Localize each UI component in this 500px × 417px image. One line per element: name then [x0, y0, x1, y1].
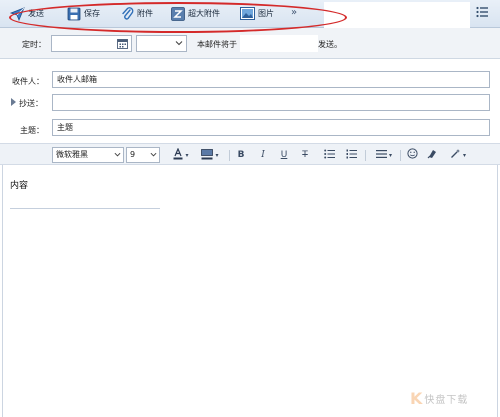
stationery-button[interactable] [425, 148, 439, 162]
underline-button[interactable]: U [277, 148, 291, 162]
expand-cc-icon[interactable] [11, 98, 16, 106]
schedule-date-input[interactable] [51, 35, 132, 52]
floppy-disk-icon [66, 6, 81, 21]
picture-button[interactable]: 图片 [240, 4, 274, 23]
schedule-time-display [240, 35, 318, 52]
numbered-list-button[interactable] [344, 148, 358, 162]
font-family-select[interactable]: 微软雅黑 [52, 147, 124, 163]
message-editor[interactable] [2, 165, 498, 417]
caret-down-icon: ▾ [388, 151, 392, 159]
divider [365, 150, 366, 161]
divider [229, 150, 230, 161]
schedule-text-prefix: 本邮件将于 [197, 40, 237, 49]
highlight-color-button[interactable]: ▾ [198, 148, 222, 162]
chevron-down-icon [175, 39, 183, 49]
caret-down-icon: ▾ [185, 151, 189, 159]
attach-button[interactable]: 附件 [119, 4, 153, 23]
subject-value: 主题 [57, 123, 73, 132]
big-attach-label: 超大附件 [188, 9, 220, 18]
numbered-list-icon [346, 149, 357, 162]
schedule-label: 定时： [22, 40, 46, 49]
italic-button[interactable]: I [256, 148, 270, 162]
watermark-k-logo: K [410, 389, 423, 408]
list-menu-icon[interactable] [476, 6, 488, 20]
to-field[interactable]: 收件人邮箱 [52, 71, 490, 88]
strikethrough-button[interactable]: T [298, 148, 312, 162]
highlight-icon [201, 148, 214, 163]
to-label: 收件人： [12, 77, 44, 86]
font-family-value: 微软雅黑 [56, 150, 88, 159]
schedule-time-select[interactable] [136, 35, 187, 52]
schedule-text-suffix: 发送。 [318, 40, 342, 49]
align-icon [375, 149, 387, 162]
paint-icon [427, 148, 438, 162]
cc-field[interactable] [52, 94, 490, 111]
font-size-value: 9 [130, 150, 136, 159]
to-value: 收件人邮箱 [57, 75, 97, 84]
bulleted-list-button[interactable] [322, 148, 336, 162]
watermark-text: 快盘下载 [424, 395, 469, 406]
magic-wand-icon [450, 148, 461, 162]
font-color-button[interactable]: ▾ [170, 146, 192, 163]
picture-label: 图片 [258, 9, 274, 18]
font-color-icon [173, 146, 183, 163]
subject-field[interactable]: 主题 [52, 119, 490, 136]
watermark-logo: K 快盘下载 [410, 389, 468, 408]
subject-label: 主题： [20, 126, 44, 135]
paperclip-icon [119, 6, 134, 21]
cc-label: 抄送： [19, 99, 43, 108]
editor-content[interactable]: 内容 [10, 178, 28, 191]
caret-down-icon: ▾ [215, 151, 219, 159]
paper-plane-icon [10, 6, 25, 21]
schedule-row: 定时： 本邮件将于 发送。 [0, 28, 500, 59]
editor-separator-line [10, 208, 160, 209]
send-button[interactable]: 发送 [10, 4, 44, 23]
save-button[interactable]: 保存 [66, 4, 100, 23]
save-label: 保存 [84, 9, 100, 18]
bulleted-list-icon [323, 149, 335, 162]
magic-format-button[interactable]: ▾ [446, 148, 470, 162]
big-attachment-icon [170, 6, 185, 21]
calendar-icon[interactable] [117, 38, 128, 51]
divider [400, 150, 401, 161]
main-toolbar: 发送 保存 附件 超大附件 图片 » [0, 0, 500, 28]
bold-button[interactable]: B [234, 148, 248, 162]
send-label: 发送 [28, 9, 44, 18]
chevron-down-icon [114, 151, 121, 161]
format-toolbar: 微软雅黑 9 ▾ ▾ B I U T ▾ ▾ [0, 143, 500, 165]
caret-down-icon: ▾ [462, 151, 466, 159]
emoji-button[interactable] [405, 148, 419, 162]
more-button[interactable]: » [291, 7, 297, 18]
smiley-icon [406, 148, 418, 162]
attach-label: 附件 [137, 9, 153, 18]
toolbar-blank-area [324, 2, 470, 28]
font-size-select[interactable]: 9 [126, 147, 160, 163]
align-button[interactable]: ▾ [372, 148, 396, 162]
big-attach-button[interactable]: 超大附件 [170, 4, 220, 23]
chevron-down-icon [150, 151, 157, 161]
picture-icon [240, 6, 255, 21]
